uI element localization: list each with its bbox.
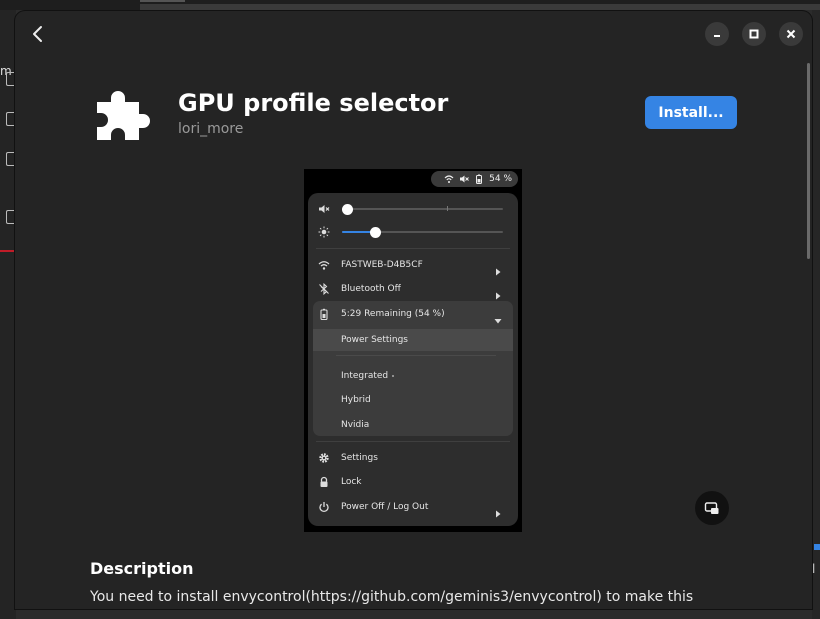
close-icon [786, 29, 796, 39]
power-settings-label: Power Settings [341, 335, 408, 345]
selected-dot-icon [392, 375, 394, 377]
puzzle-piece-icon [93, 84, 151, 142]
profile-integrated-item[interactable]: Integrated [308, 365, 518, 387]
bluetooth-label: Bluetooth Off [341, 284, 401, 294]
volume-muted-icon [460, 175, 469, 183]
bluetooth-disabled-icon [318, 283, 330, 295]
background-strip-accent [140, 0, 185, 2]
volume-slider-knob[interactable] [341, 203, 353, 215]
menu-separator [316, 248, 510, 249]
bluetooth-menu-item[interactable]: Bluetooth Off [308, 278, 518, 300]
power-icon [318, 501, 330, 513]
power-settings-menu-item[interactable]: Power Settings [308, 329, 518, 351]
power-off-menu-item[interactable]: Power Off / Log Out [308, 496, 518, 518]
chevron-right-icon [494, 261, 502, 276]
scrollbar[interactable] [807, 63, 810, 259]
profile-nvidia-label: Nvidia [341, 420, 370, 430]
wifi-label: FASTWEB-D4B5CF [341, 260, 423, 270]
profile-nvidia-item[interactable]: Nvidia [308, 414, 518, 436]
description-heading: Description [90, 559, 194, 578]
battery-menu-item[interactable]: 5:29 Remaining (54 %) [308, 303, 518, 325]
background-red-line [0, 250, 16, 252]
chevron-right-icon [494, 285, 502, 300]
background-strip [140, 4, 820, 10]
extension-details-window: GPU profile selector lori_more Install..… [15, 11, 812, 609]
extension-title: GPU profile selector [178, 89, 449, 117]
screenshot-toggle-button[interactable] [695, 491, 729, 525]
profile-hybrid-item[interactable]: Hybrid [308, 389, 518, 411]
battery-remaining-label: 5:29 Remaining (54 %) [341, 309, 445, 319]
background-topbar [0, 0, 820, 10]
screenshot-icon [704, 502, 719, 514]
volume-slider-track[interactable] [342, 208, 503, 210]
lock-label: Lock [341, 477, 362, 487]
background-right-text: l [812, 562, 816, 576]
wifi-menu-item[interactable]: FASTWEB-D4B5CF [308, 254, 518, 276]
volume-slider-row [308, 198, 518, 220]
wifi-icon [318, 259, 330, 271]
minimize-button[interactable] [705, 22, 729, 46]
volume-muted-icon [318, 203, 330, 215]
wifi-icon [444, 175, 454, 183]
gear-icon [318, 452, 330, 464]
battery-icon [318, 308, 330, 320]
settings-label: Settings [341, 453, 378, 463]
chevron-down-icon [494, 310, 502, 324]
background-left-panel: m [0, 10, 17, 619]
extension-screenshot: 54 % FASTWEB-D4B5CF Bluetooth Off 5:29 R… [304, 169, 522, 532]
volume-slider-mark [447, 206, 448, 211]
profile-integrated-label: Integrated [341, 371, 389, 381]
submenu-separator [336, 355, 496, 356]
battery-icon [476, 174, 483, 184]
brightness-slider-row [308, 221, 518, 243]
menu-separator [316, 441, 510, 442]
lock-icon [318, 476, 330, 488]
brightness-slider-knob[interactable] [370, 226, 382, 238]
quick-settings-menu: FASTWEB-D4B5CF Bluetooth Off 5:29 Remain… [308, 193, 518, 526]
close-button[interactable] [779, 22, 803, 46]
description-text: You need to install envycontrol(https://… [90, 589, 694, 605]
background-blue-mark [814, 544, 820, 550]
maximize-icon [749, 29, 759, 39]
extension-author: lori_more [178, 121, 244, 137]
lock-menu-item[interactable]: Lock [308, 471, 518, 493]
chevron-left-icon [33, 26, 42, 42]
battery-percentage: 54 % [489, 174, 512, 184]
system-status-pill[interactable]: 54 % [431, 171, 518, 187]
settings-menu-item[interactable]: Settings [308, 447, 518, 469]
power-off-label: Power Off / Log Out [341, 502, 429, 512]
background-right-panel: l [812, 10, 820, 619]
back-button[interactable] [25, 21, 51, 47]
chevron-right-icon [494, 503, 502, 518]
minimize-icon [714, 35, 720, 37]
profile-hybrid-label: Hybrid [341, 395, 371, 405]
install-button[interactable]: Install... [645, 96, 737, 129]
maximize-button[interactable] [742, 22, 766, 46]
brightness-icon [318, 226, 330, 238]
